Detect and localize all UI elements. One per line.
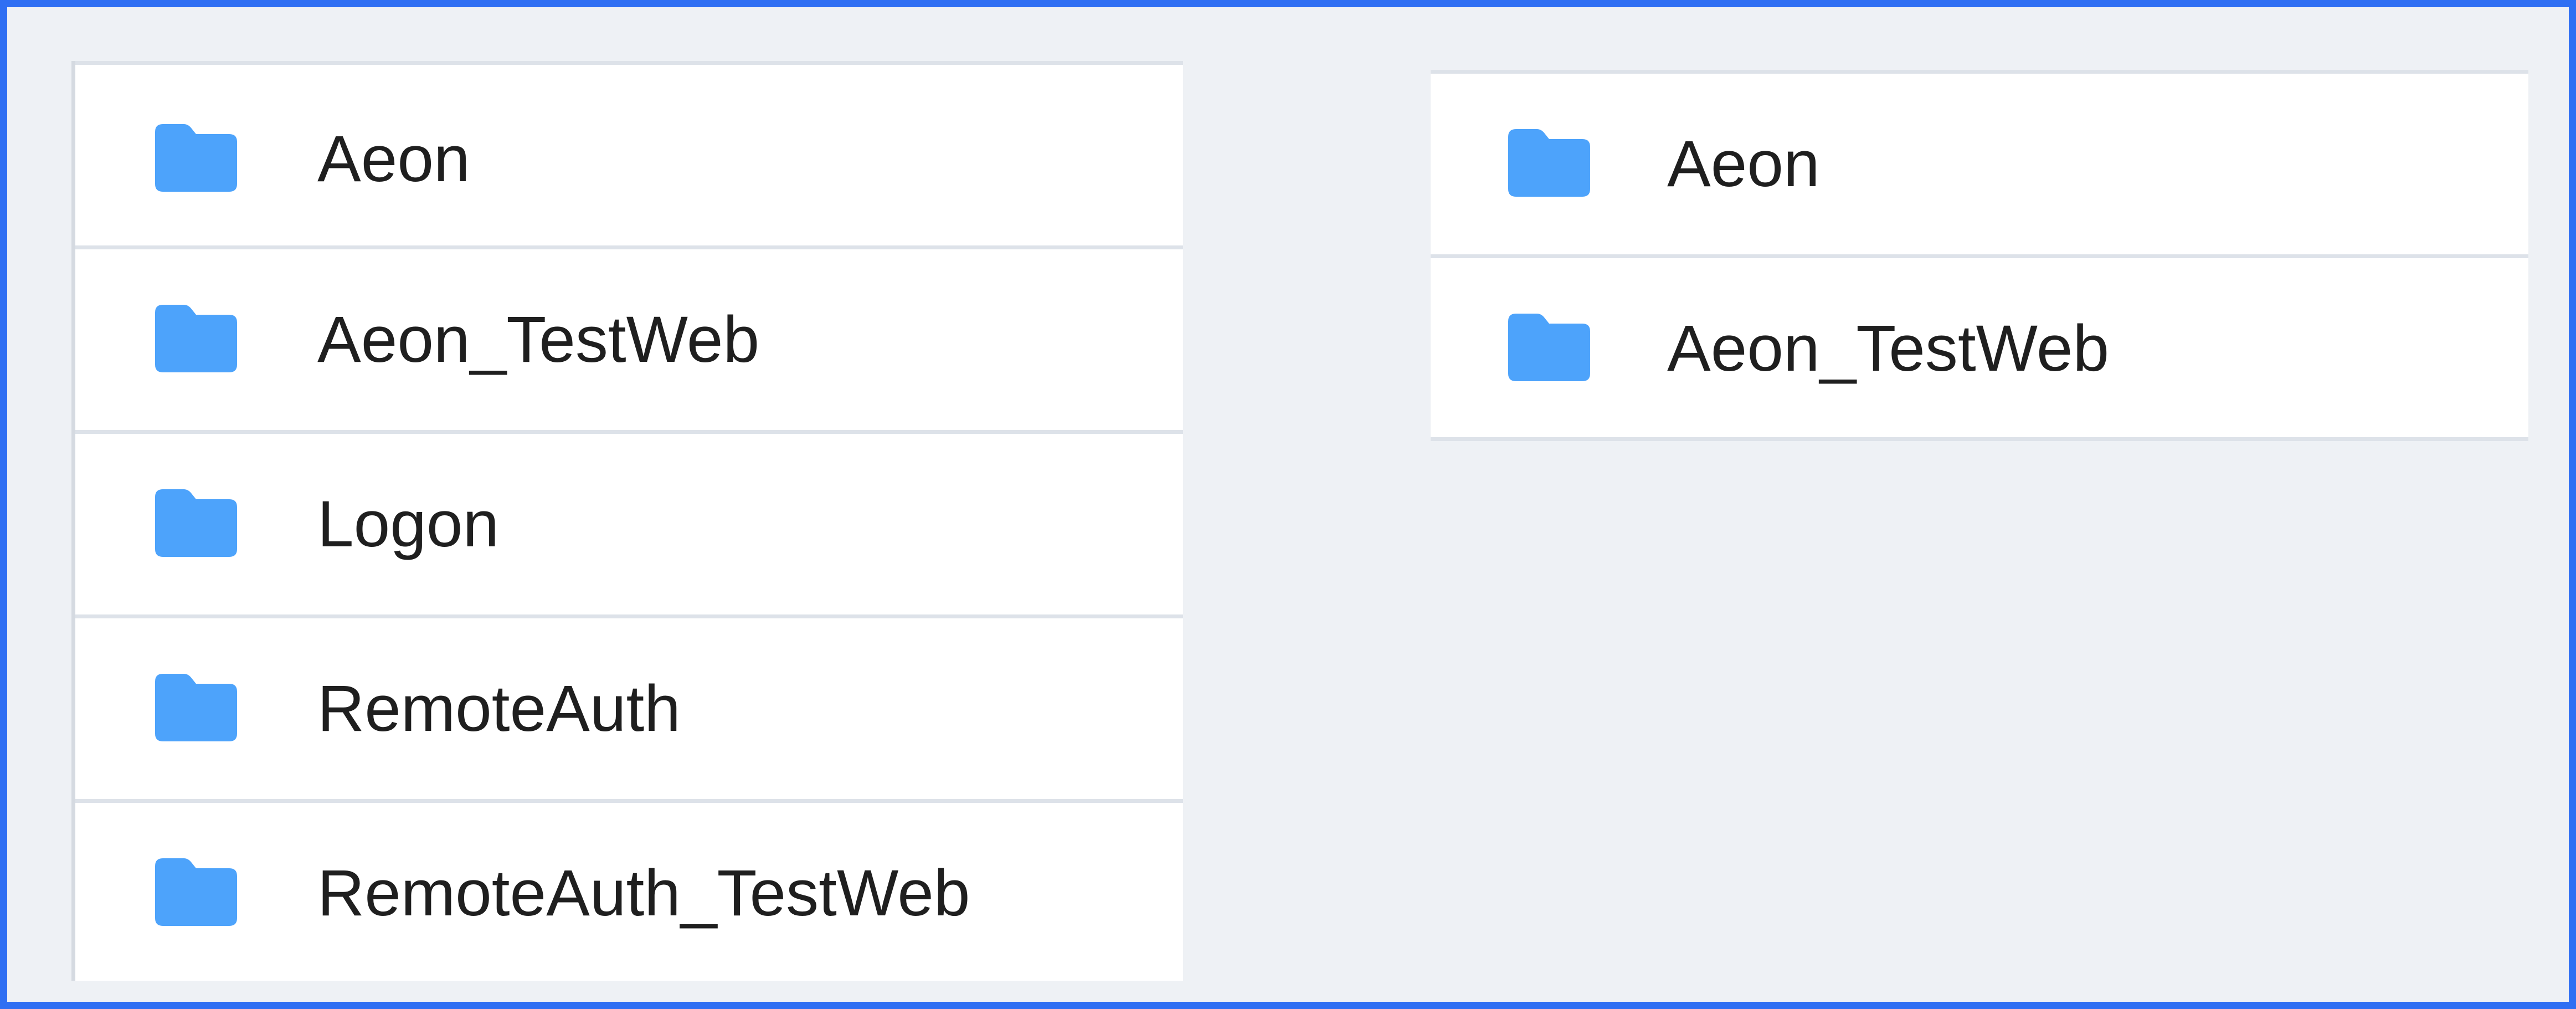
folder-list-left: Aeon Aeon_TestWeb Logon RemoteAuth Remot… <box>71 61 1183 981</box>
list-divider <box>75 799 1183 803</box>
list-item-aeon[interactable]: Aeon <box>75 65 1183 249</box>
window-frame: Aeon Aeon_TestWeb Logon RemoteAuth Remot… <box>0 0 2576 1009</box>
list-divider <box>75 245 1183 249</box>
folder-icon <box>155 489 237 557</box>
list-item-aeon-testweb[interactable]: Aeon_TestWeb <box>1431 258 2528 437</box>
list-item-label: Aeon <box>1667 127 1820 201</box>
list-divider <box>1431 70 2528 74</box>
list-item-remoteauth-testweb[interactable]: RemoteAuth_TestWeb <box>75 803 1183 981</box>
list-divider <box>75 61 1183 65</box>
list-divider <box>1431 254 2528 258</box>
list-item-logon[interactable]: Logon <box>75 434 1183 618</box>
folder-icon <box>155 305 237 372</box>
list-item-label: Aeon_TestWeb <box>317 303 760 376</box>
list-item-label: RemoteAuth_TestWeb <box>317 857 970 930</box>
list-item-aeon[interactable]: Aeon <box>1431 74 2528 258</box>
folder-list-right: Aeon Aeon_TestWeb <box>1431 70 2528 441</box>
folder-icon <box>1508 314 1590 381</box>
list-item-label: Aeon_TestWeb <box>1667 312 2110 385</box>
list-item-remoteauth[interactable]: RemoteAuth <box>75 618 1183 803</box>
list-divider <box>75 614 1183 618</box>
list-divider <box>1431 437 2528 441</box>
list-item-label: RemoteAuth <box>317 672 681 745</box>
folder-icon <box>155 858 237 926</box>
list-divider <box>75 430 1183 434</box>
list-item-label: Logon <box>317 488 500 561</box>
folder-icon <box>155 124 237 192</box>
list-item-aeon-testweb[interactable]: Aeon_TestWeb <box>75 249 1183 434</box>
folder-icon <box>1508 129 1590 197</box>
list-item-label: Aeon <box>317 122 470 196</box>
folder-icon <box>155 674 237 741</box>
